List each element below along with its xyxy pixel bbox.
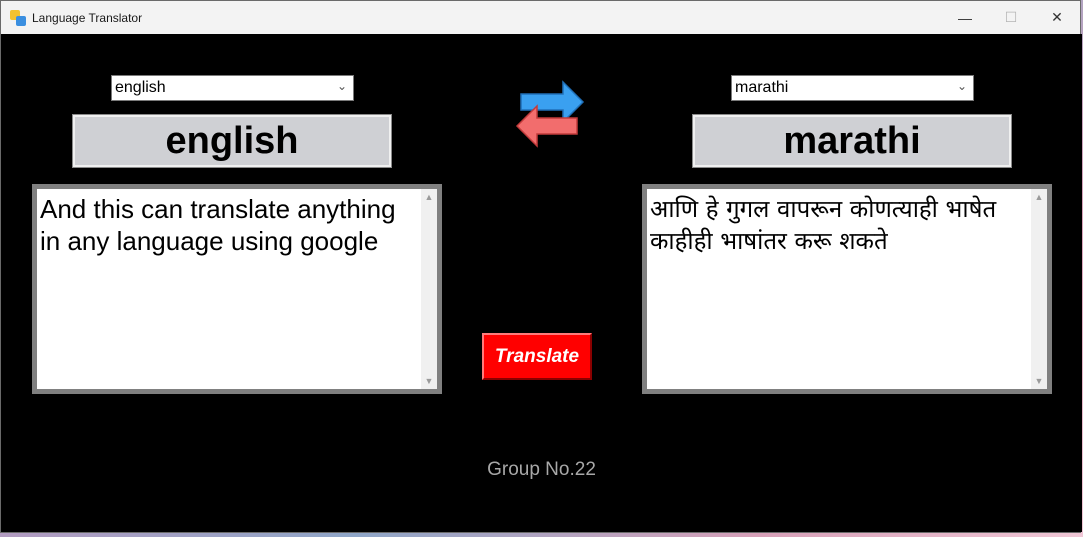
main-content: english ⌄ marathi ⌄ english marathi And … [1,34,1082,532]
minimize-button[interactable]: — [942,1,988,34]
app-icon [10,9,26,26]
source-language-label: english [72,114,392,168]
source-text: And this can translate anything in any l… [40,194,396,256]
scroll-up-icon[interactable]: ▲ [421,189,437,205]
target-text-area[interactable]: आणि हे गुगल वापरून कोणत्याही भाषेत काहीह… [642,184,1052,394]
target-language-value: marathi [735,79,789,96]
chevron-down-icon: ⌄ [956,79,967,93]
target-language-label: marathi [692,114,1012,168]
source-language-value: english [115,79,166,96]
group-label: Group No.22 [487,459,596,480]
window-controls: — ☐ ✕ [942,1,1080,34]
swap-arrows-icon[interactable] [511,72,589,152]
scroll-up-icon[interactable]: ▲ [1031,189,1047,205]
source-text-area[interactable]: And this can translate anything in any l… [32,184,442,394]
translate-button[interactable]: Translate [482,333,592,380]
source-language-select[interactable]: english ⌄ [111,75,354,101]
chevron-down-icon: ⌄ [336,79,347,93]
title-bar: Language Translator — ☐ ✕ [1,1,1080,34]
target-text: आणि हे गुगल वापरून कोणत्याही भाषेत काहीह… [650,195,997,255]
target-scrollbar[interactable]: ▲ ▼ [1031,189,1047,389]
scroll-down-icon[interactable]: ▼ [1031,373,1047,389]
target-language-select[interactable]: marathi ⌄ [731,75,974,101]
window-title: Language Translator [32,10,143,25]
maximize-button[interactable]: ☐ [988,1,1034,34]
scroll-down-icon[interactable]: ▼ [421,373,437,389]
source-scrollbar[interactable]: ▲ ▼ [421,189,437,389]
app-window: Language Translator — ☐ ✕ english ⌄ mara… [0,0,1082,533]
close-button[interactable]: ✕ [1034,1,1080,34]
